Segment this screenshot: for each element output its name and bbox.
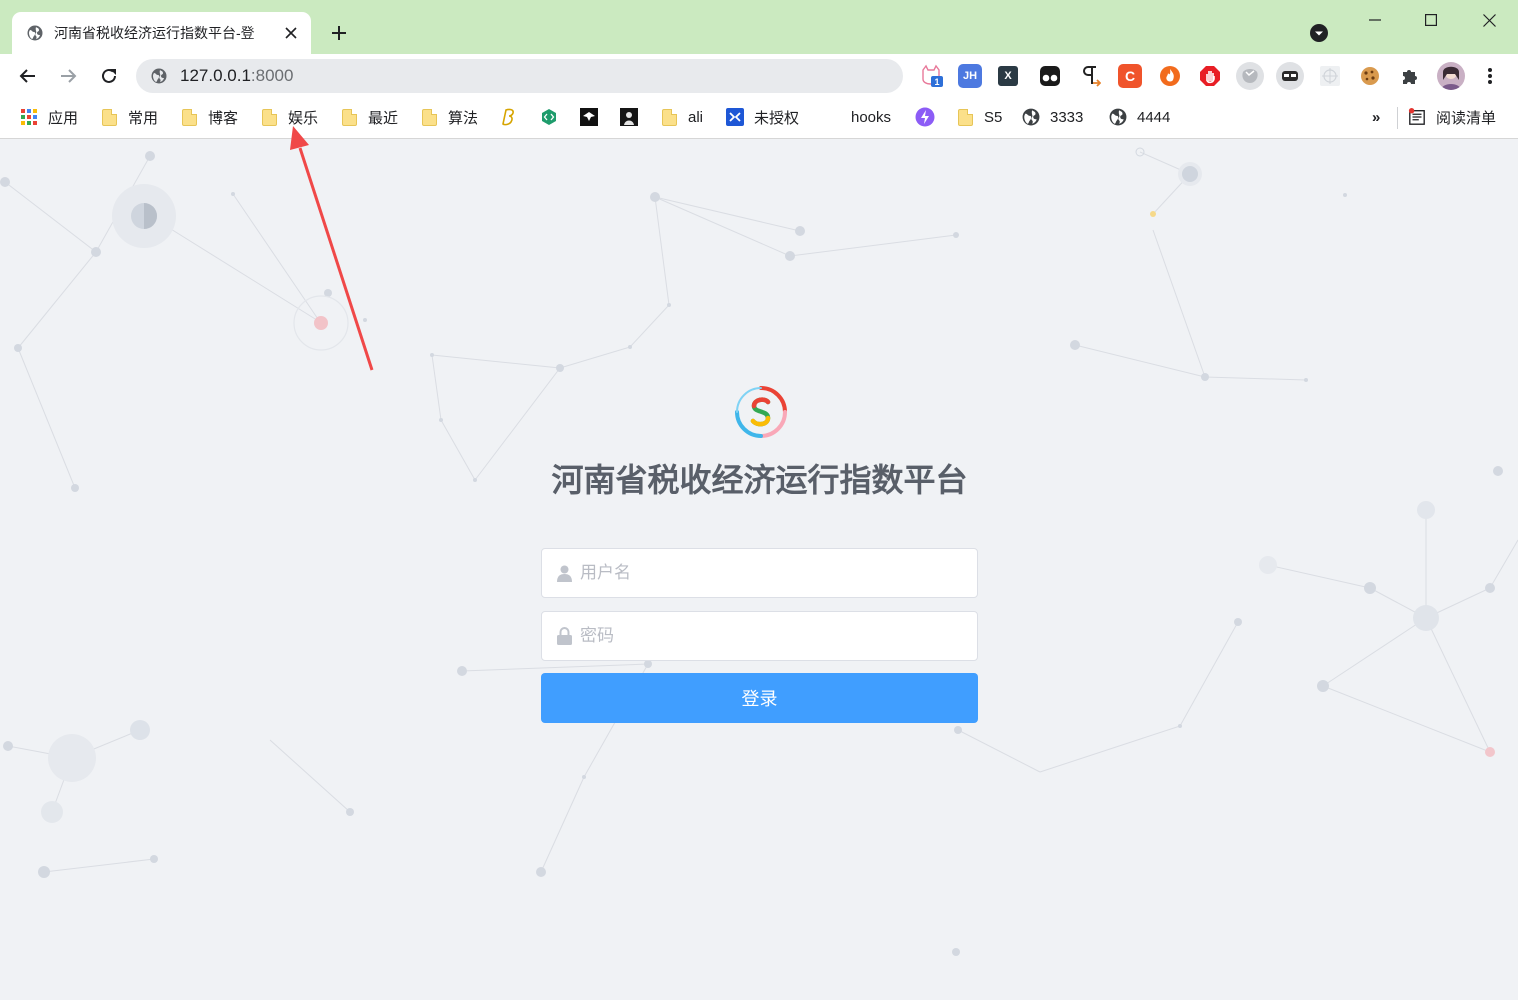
browser-titlebar: 河南省税收经济运行指数平台-登 xyxy=(0,0,1518,54)
tab-title: 河南省税收经济运行指数平台-登 xyxy=(54,25,255,41)
folder-icon xyxy=(180,108,198,126)
bookmarks-overflow-button[interactable]: » xyxy=(1372,106,1380,128)
bookmark-hooks[interactable]: hooks xyxy=(851,106,891,128)
bookmark-apps[interactable]: 应用 xyxy=(20,106,78,128)
password-field[interactable] xyxy=(541,611,978,661)
bookmark-b-icon[interactable] xyxy=(500,106,518,128)
address-bar[interactable]: 127.0.0.1:8000 xyxy=(136,59,903,93)
folder-icon xyxy=(660,108,678,126)
new-tab-button[interactable] xyxy=(326,20,352,46)
back-button[interactable] xyxy=(12,60,44,92)
bookmark-folder[interactable]: 博客 xyxy=(180,106,238,128)
globe-icon xyxy=(26,24,44,42)
pilcrow-extension-icon[interactable] xyxy=(1078,64,1102,88)
cat-extension-icon[interactable]: 1 xyxy=(920,64,944,88)
password-input[interactable] xyxy=(580,626,960,646)
url-host: 127.0.0.1 xyxy=(180,66,251,85)
adblock-icon[interactable] xyxy=(1198,64,1222,88)
bookmark-folder[interactable]: 最近 xyxy=(340,106,398,128)
svg-text:1: 1 xyxy=(934,77,939,87)
reload-button[interactable] xyxy=(93,60,125,92)
folder-icon xyxy=(340,108,358,126)
menu-icon[interactable] xyxy=(1478,64,1502,88)
bookmarks-divider xyxy=(1397,107,1398,129)
cookie-icon[interactable] xyxy=(1358,64,1382,88)
maximize-button[interactable] xyxy=(1408,6,1454,34)
lock-icon xyxy=(556,627,572,645)
reading-list-button[interactable]: 阅读清单 xyxy=(1408,106,1496,128)
login-page: 河南省税收经济运行指数平台 登录 xyxy=(0,140,1518,1000)
bookmark-folder[interactable]: ali xyxy=(660,106,703,128)
folder-icon xyxy=(420,108,438,126)
jh-extension-icon[interactable]: JH xyxy=(958,64,982,88)
bookmark-folder[interactable]: 算法 xyxy=(420,106,478,128)
bookmark-black-icon[interactable] xyxy=(580,106,598,128)
bookmark-3333[interactable]: 3333 xyxy=(1022,106,1083,128)
folder-icon xyxy=(100,108,118,126)
bookmark-code-icon[interactable] xyxy=(540,106,558,128)
username-input[interactable] xyxy=(580,563,960,583)
site-info-icon[interactable] xyxy=(150,67,168,85)
minimize-button[interactable] xyxy=(1352,6,1398,34)
bookmarks-bar: 应用 常用 博客 娱乐 最近 算法 ali 未授权 hooks S5 3333 … xyxy=(0,99,1518,139)
folder-icon xyxy=(956,108,974,126)
globe-icon xyxy=(1022,108,1040,126)
reading-list-icon xyxy=(1408,108,1426,126)
bookmark-folder[interactable]: 常用 xyxy=(100,106,158,128)
username-field[interactable] xyxy=(541,548,978,598)
platform-logo xyxy=(735,386,787,438)
bookmark-folder[interactable]: S5 xyxy=(956,106,1002,128)
x-extension-icon[interactable]: X xyxy=(998,66,1018,86)
mask-extension-icon[interactable] xyxy=(1276,62,1304,90)
bookmark-4444[interactable]: 4444 xyxy=(1109,106,1170,128)
browser-toolbar: 127.0.0.1:8000 1 JH X C xyxy=(0,54,1518,99)
folder-icon xyxy=(260,108,278,126)
tampermonkey-icon[interactable] xyxy=(1038,64,1062,88)
profile-avatar[interactable] xyxy=(1437,62,1465,90)
user-icon xyxy=(556,564,572,582)
bookmark-bolt-icon[interactable] xyxy=(915,106,935,128)
bookmark-folder[interactable]: 娱乐 xyxy=(260,106,318,128)
white-circle-extension-icon[interactable] xyxy=(1236,62,1264,90)
page-title: 河南省税收经济运行指数平台 xyxy=(551,461,968,499)
apps-grid-icon xyxy=(20,108,38,126)
login-button[interactable]: 登录 xyxy=(541,673,978,723)
close-window-button[interactable] xyxy=(1466,6,1512,34)
browser-tab[interactable]: 河南省税收经济运行指数平台-登 xyxy=(12,12,311,54)
url-port: :8000 xyxy=(250,66,294,85)
forward-button[interactable] xyxy=(52,60,84,92)
close-icon[interactable] xyxy=(281,23,301,43)
bookmark-unauthorized[interactable]: 未授权 xyxy=(726,106,799,128)
puzzle-icon[interactable] xyxy=(1398,64,1422,88)
globe-icon xyxy=(1109,108,1127,126)
fire-extension-icon[interactable] xyxy=(1158,64,1182,88)
bookmark-avatar-icon[interactable] xyxy=(620,106,638,128)
dc-logo-icon xyxy=(726,108,744,126)
tab-search-icon[interactable] xyxy=(1308,22,1330,44)
c-extension-icon[interactable]: C xyxy=(1118,64,1142,88)
grid-extension-icon[interactable] xyxy=(1318,64,1342,88)
